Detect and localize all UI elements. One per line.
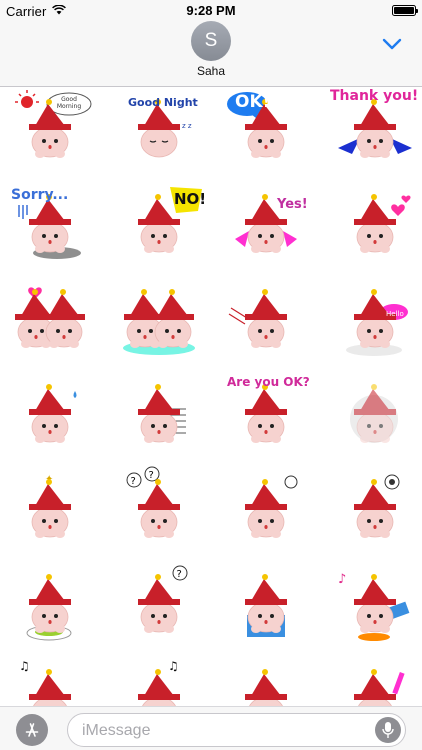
sticker-idea[interactable]: ✦ bbox=[5, 468, 95, 552]
sticker-ok[interactable]: OK! bbox=[221, 88, 311, 172]
imessage-input[interactable]: iMessage bbox=[67, 713, 406, 747]
battery-icon bbox=[392, 5, 418, 16]
sticker-hello-art bbox=[346, 288, 408, 356]
sticker-couple-kiss-art bbox=[14, 287, 86, 349]
chevron-down-icon[interactable] bbox=[382, 38, 402, 50]
sticker-couple-chat[interactable] bbox=[114, 278, 204, 362]
ok-text: OK! bbox=[235, 92, 271, 112]
sticker-question[interactable]: ? ? bbox=[114, 466, 204, 552]
sticker-shocked[interactable] bbox=[114, 373, 204, 457]
sticker-idea-art: ✦ bbox=[28, 474, 72, 539]
contact-avatar[interactable]: S bbox=[191, 21, 231, 61]
sticker-bath[interactable] bbox=[221, 658, 311, 710]
svg-text:♫: ♫ bbox=[19, 659, 30, 673]
microphone-icon[interactable] bbox=[375, 717, 401, 743]
svg-text:?: ? bbox=[177, 569, 182, 580]
sticker-hearts-art bbox=[353, 193, 411, 254]
sticker-angry-art bbox=[244, 475, 298, 539]
sticker-headphones[interactable]: ♫ bbox=[5, 658, 95, 710]
sticker-pen[interactable] bbox=[330, 658, 420, 710]
sticker-pen-art bbox=[353, 668, 405, 710]
sticker-thank-you[interactable]: Thank you! bbox=[330, 88, 420, 172]
sticker-music-eraser-art: ♪ bbox=[338, 572, 410, 641]
imessage-placeholder: iMessage bbox=[82, 722, 151, 739]
svg-text:♪: ♪ bbox=[338, 572, 346, 587]
good-night-text: Good Night bbox=[128, 96, 198, 109]
sticker-music-eraser[interactable]: ♪ bbox=[330, 563, 420, 647]
contact-name[interactable]: Saha bbox=[0, 64, 422, 78]
sticker-no[interactable]: NO! bbox=[114, 183, 207, 267]
yes-text: Yes! bbox=[277, 197, 308, 212]
sticker-wonder-art: ? bbox=[137, 565, 188, 634]
sticker-grumble-art bbox=[353, 474, 400, 539]
thank-you-text: Thank you! bbox=[330, 88, 419, 104]
sticker-sweat[interactable] bbox=[5, 373, 95, 457]
good-morning-text: Good Morning bbox=[56, 96, 82, 110]
conversation-header: Carrier 9:28 PM S Saha bbox=[0, 0, 422, 87]
hello-text: Hello bbox=[386, 310, 404, 318]
sticker-couple-kiss[interactable] bbox=[5, 278, 95, 362]
sticker-couple-chat-art bbox=[123, 288, 195, 355]
status-time: 9:28 PM bbox=[186, 3, 236, 18]
sticker-headphones-art: ♫ bbox=[19, 659, 72, 710]
svg-text:♫: ♫ bbox=[168, 659, 179, 673]
sticker-hello[interactable]: Hello bbox=[330, 278, 420, 362]
app-store-icon[interactable] bbox=[16, 714, 48, 746]
sticker-dinner[interactable] bbox=[5, 563, 95, 647]
svg-text:z z: z z bbox=[182, 122, 192, 130]
sticker-singing-art: ♫ bbox=[137, 659, 181, 710]
sticker-angry[interactable] bbox=[221, 468, 311, 552]
sticker-question-art: ? ? bbox=[126, 466, 181, 539]
sticker-shocked-art bbox=[137, 383, 186, 444]
sticker-ghost-art bbox=[350, 383, 398, 444]
sticker-yes[interactable]: Yes! bbox=[221, 183, 311, 267]
sticker-sweat-art bbox=[28, 383, 77, 444]
sticker-sorry[interactable]: Sorry... bbox=[5, 183, 95, 267]
message-input-bar: iMessage bbox=[0, 706, 422, 750]
svg-text:?: ? bbox=[149, 470, 154, 481]
heart-icon bbox=[391, 195, 411, 216]
sticker-grumble[interactable] bbox=[330, 468, 420, 552]
status-bar: Carrier 9:28 PM bbox=[0, 0, 422, 22]
sticker-are-you-ok[interactable]: Are you OK? bbox=[221, 373, 311, 457]
sticker-good-morning[interactable]: Good Morning bbox=[5, 88, 95, 172]
sticker-dash[interactable] bbox=[221, 278, 311, 362]
svg-text:?: ? bbox=[131, 476, 136, 487]
are-you-ok-text: Are you OK? bbox=[227, 375, 310, 389]
sun-icon bbox=[15, 90, 39, 108]
sticker-dash-art bbox=[228, 288, 288, 349]
sticker-yes-art bbox=[235, 193, 297, 254]
sorry-text: Sorry... bbox=[11, 187, 69, 203]
sticker-hearts[interactable] bbox=[330, 183, 420, 267]
sticker-singing[interactable]: ♫ bbox=[114, 658, 204, 710]
sticker-grid: Good Morning z z Good Night OK! Thank yo… bbox=[0, 88, 422, 710]
sticker-dinner-art bbox=[26, 573, 72, 641]
sticker-ghost[interactable] bbox=[330, 373, 420, 457]
sticker-reading-art bbox=[244, 573, 288, 637]
sticker-bath-art bbox=[240, 668, 292, 710]
sticker-reading[interactable] bbox=[221, 563, 311, 647]
sticker-good-night[interactable]: z z Good Night bbox=[114, 88, 204, 172]
sticker-wonder[interactable]: ? bbox=[114, 563, 204, 647]
no-text: NO! bbox=[174, 190, 207, 208]
